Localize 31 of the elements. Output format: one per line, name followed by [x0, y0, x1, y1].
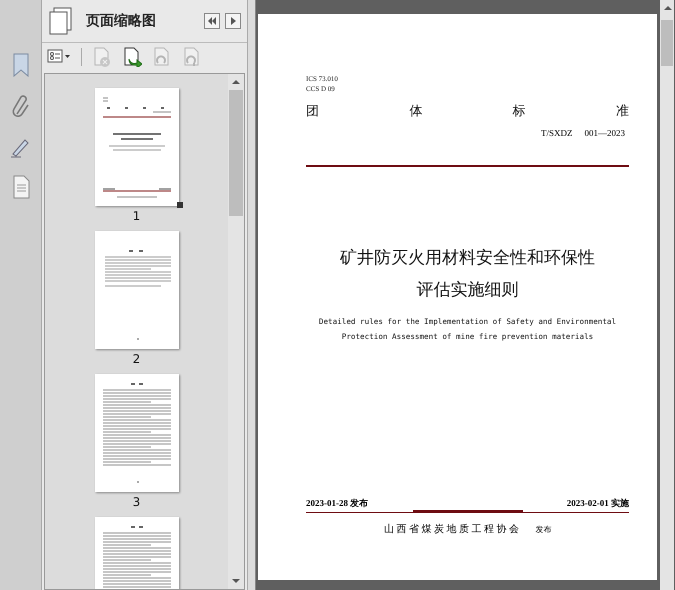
page-thumbnail[interactable] [94, 374, 178, 492]
scroll-thumb[interactable] [661, 20, 673, 66]
collapse-left-icon[interactable] [204, 13, 220, 29]
scrollbar[interactable] [660, 0, 674, 590]
expand-right-icon[interactable] [225, 13, 241, 29]
publish-label: 发布 [535, 524, 552, 534]
scrollbar[interactable] [228, 74, 244, 589]
page-number: 1 [132, 209, 140, 223]
paperclip-icon[interactable] [10, 94, 30, 120]
standard-type-char: 团 [306, 103, 319, 120]
splitter-handle[interactable] [247, 0, 256, 590]
standard-type-char: 体 [409, 103, 422, 120]
insert-page-icon[interactable] [122, 47, 142, 67]
page-number: 2 [132, 352, 140, 366]
document-title: 矿井防灭火用材料安全性和环保性 [339, 247, 596, 270]
publisher-name: 山西省煤炭地质工程协会 [384, 522, 522, 536]
page-number: 3 [132, 495, 140, 509]
standard-number: T/SXDZ [541, 128, 572, 138]
document-title: 评估实施细则 [416, 279, 520, 302]
scroll-thumb[interactable] [229, 90, 243, 216]
pages-icon[interactable] [48, 7, 74, 35]
standard-type-char: 准 [616, 103, 629, 120]
page-thumbnail[interactable] [94, 231, 178, 349]
effective-date: 2023-02-01 实施 [566, 497, 629, 510]
standard-type-char: 标 [512, 103, 526, 120]
bookmark-icon[interactable] [10, 52, 30, 78]
document-icon[interactable] [10, 174, 30, 200]
standard-number: 001—2023 [584, 128, 625, 138]
page-thumbnail[interactable] [94, 88, 178, 206]
panel-title: 页面缩略图 [86, 12, 157, 30]
issue-date: 2023-01-28 发布 [306, 497, 368, 510]
